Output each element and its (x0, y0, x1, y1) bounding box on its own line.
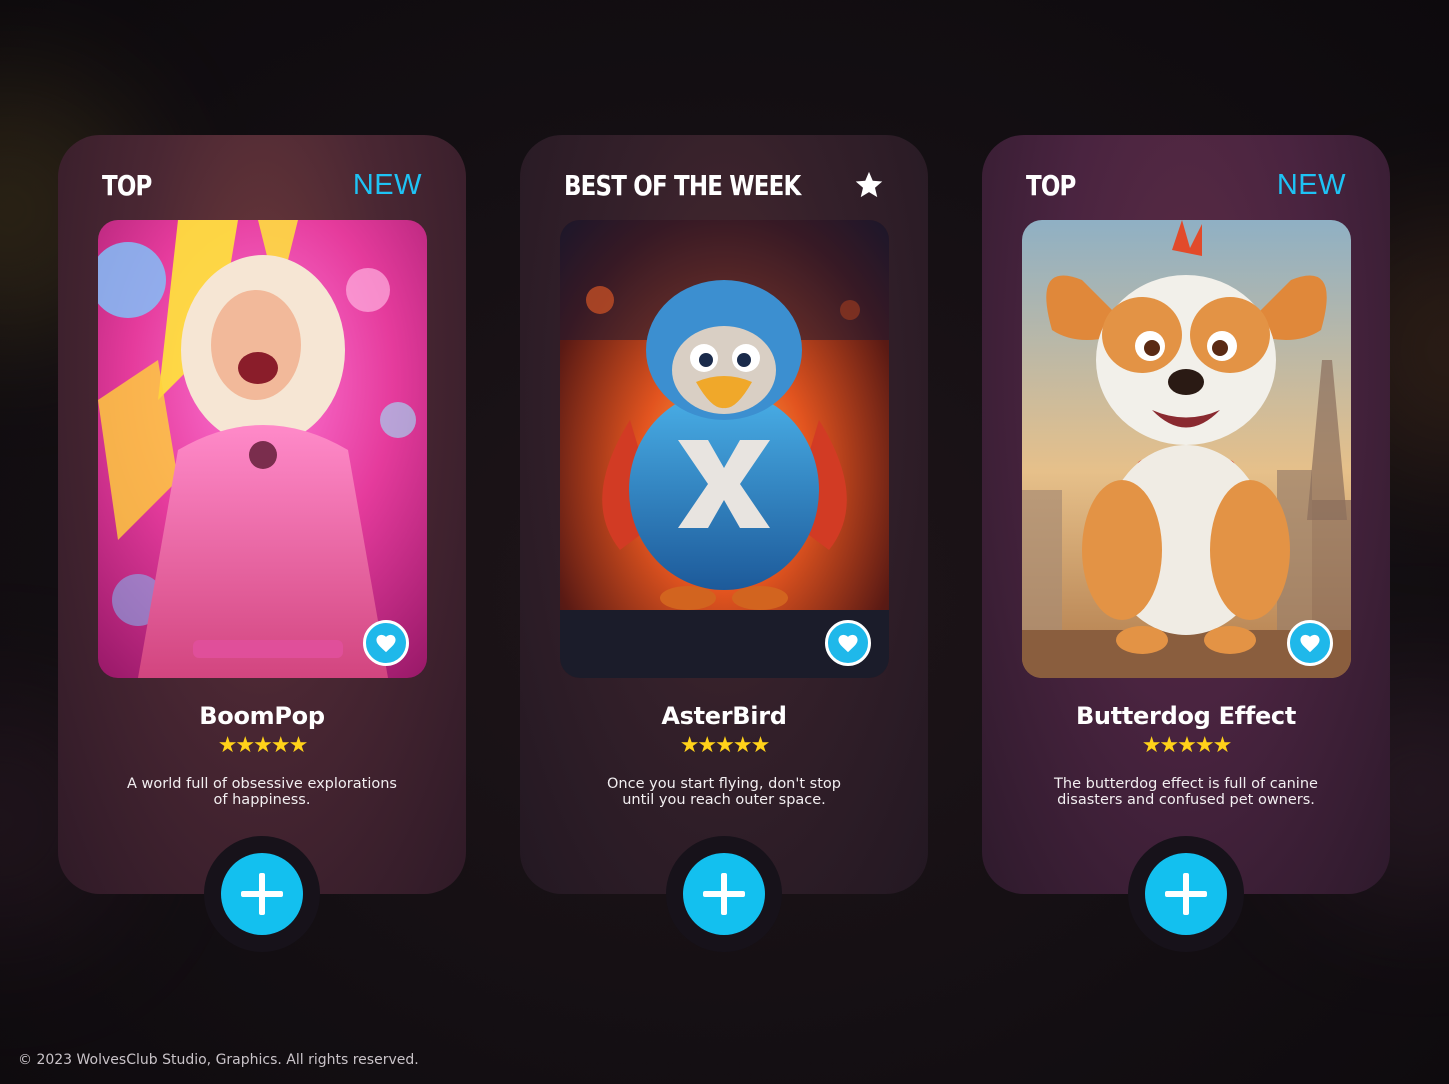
plus-icon (241, 873, 283, 915)
card-header: TOP NEW (1026, 165, 1346, 205)
asterbird-illustration (560, 220, 889, 678)
add-button[interactable] (1145, 853, 1227, 935)
heart-icon (376, 634, 396, 653)
game-card-boompop[interactable]: TOP NEW BoomPop ★★★★★ A world full of ob… (58, 135, 466, 952)
game-artwork[interactable] (1022, 220, 1351, 678)
description-line: The butterdog effect is full of canine (1054, 776, 1318, 792)
add-button-frame (204, 836, 320, 952)
add-button[interactable] (221, 853, 303, 935)
favorite-button[interactable] (1287, 620, 1333, 666)
rating-stars: ★★★★★ (217, 732, 309, 757)
game-description: The butterdog effect is full of canine d… (1042, 776, 1330, 808)
heart-icon (838, 634, 858, 653)
game-title: AsterBird (661, 702, 787, 730)
game-artwork[interactable] (98, 220, 427, 678)
add-button-frame (666, 836, 782, 952)
description-line: until you reach outer space. (622, 792, 826, 808)
boompop-illustration (98, 220, 427, 678)
card-header: BEST OF THE WEEK (564, 165, 884, 205)
badge-new: NEW (1276, 168, 1346, 201)
description-line: disasters and confused pet owners. (1057, 792, 1315, 808)
game-title: Butterdog Effect (1075, 702, 1297, 730)
plus-icon (703, 873, 745, 915)
copyright-footer: © 2023 WolvesClub Studio, Graphics. All … (18, 1052, 419, 1068)
butterdog-illustration (1022, 220, 1351, 678)
add-button-frame (1128, 836, 1244, 952)
card-header: TOP NEW (102, 165, 422, 205)
description-line: Once you start flying, don't stop (607, 776, 841, 792)
badge-top: TOP (1026, 168, 1076, 202)
badge-new: NEW (352, 168, 422, 201)
game-card-butterdog-effect[interactable]: TOP NEW Butterdog Effect ★★★★★ The butte… (982, 135, 1390, 952)
badge-top: TOP (102, 168, 152, 202)
add-button[interactable] (683, 853, 765, 935)
game-artwork[interactable] (560, 220, 889, 678)
plus-icon (1165, 873, 1207, 915)
badge-best-of-week: BEST OF THE WEEK (564, 168, 801, 202)
star-icon (855, 171, 883, 198)
favorite-button[interactable] (825, 620, 871, 666)
game-card-asterbird[interactable]: BEST OF THE WEEK AsterBird ★★★★★ Once yo… (520, 135, 928, 952)
heart-icon (1300, 634, 1320, 653)
game-description: Once you start flying, don't stop until … (580, 776, 868, 808)
favorite-button[interactable] (363, 620, 409, 666)
description-line: A world full of obsessive explorations (127, 776, 397, 792)
game-title: BoomPop (199, 702, 325, 730)
game-description: A world full of obsessive explorations o… (118, 776, 406, 808)
rating-stars: ★★★★★ (1141, 732, 1233, 757)
rating-stars: ★★★★★ (679, 732, 771, 757)
description-line: of happiness. (213, 792, 311, 808)
